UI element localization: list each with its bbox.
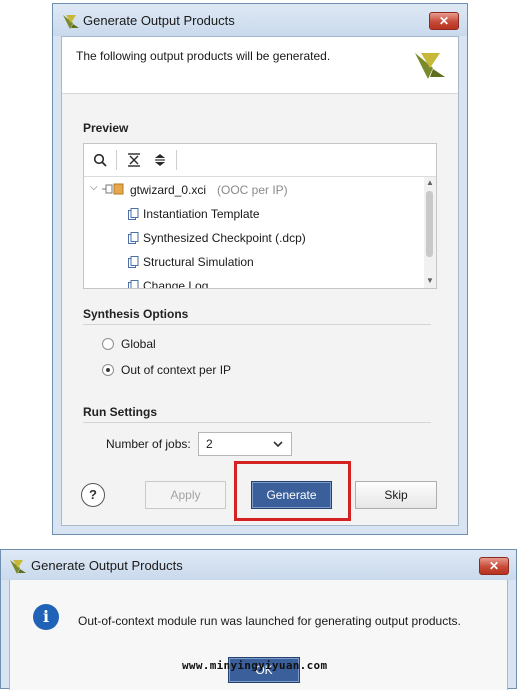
- document-icon: [128, 256, 139, 268]
- info-icon: i: [33, 604, 59, 630]
- document-icon: [128, 280, 139, 288]
- vivado-logo-icon: [415, 53, 445, 79]
- vivado-logo-icon: [10, 560, 26, 574]
- search-icon[interactable]: [90, 150, 110, 170]
- scroll-down-icon[interactable]: ▼: [424, 275, 436, 287]
- tree-item[interactable]: Instantiation Template: [128, 205, 418, 223]
- tree-item-label: Change Log: [143, 279, 209, 288]
- close-button[interactable]: ✕: [479, 557, 509, 575]
- preview-panel: ⌵ gtwizard_0.xci (OOC per IP) Instantiat…: [83, 143, 437, 289]
- skip-button[interactable]: Skip: [355, 481, 437, 509]
- scrollbar-thumb[interactable]: [426, 191, 433, 257]
- tree-item-label: Instantiation Template: [143, 207, 260, 221]
- title-bar[interactable]: Generate Output Products ✕: [53, 4, 467, 36]
- generate-button[interactable]: Generate: [251, 481, 332, 509]
- jobs-value: 2: [206, 437, 213, 451]
- vertical-scrollbar[interactable]: ▲ ▼: [424, 177, 436, 288]
- document-icon: [128, 208, 139, 220]
- jobs-select[interactable]: 2: [198, 432, 292, 456]
- ip-core-icon: [102, 183, 124, 195]
- dialog-content: The following output products will be ge…: [61, 36, 459, 526]
- tree-root-item[interactable]: ⌵ gtwizard_0.xci (OOC per IP): [90, 181, 420, 199]
- toolbar-separator: [176, 150, 177, 170]
- radio-label: Out of context per IP: [121, 363, 232, 377]
- chevron-down-icon[interactable]: [273, 441, 283, 448]
- tree-item-label: Synthesized Checkpoint (.dcp): [143, 231, 306, 245]
- run-settings-title: Run Settings: [83, 405, 157, 419]
- radio-button[interactable]: [102, 364, 114, 376]
- help-button[interactable]: ?: [81, 483, 105, 507]
- header-text: The following output products will be ge…: [76, 49, 331, 63]
- radio-label: Global: [121, 337, 156, 351]
- window-title: Generate Output Products: [31, 558, 183, 573]
- collapse-all-icon[interactable]: [124, 150, 144, 170]
- radio-global[interactable]: Global: [102, 336, 242, 352]
- tree-root-suffix: (OOC per IP): [217, 183, 288, 197]
- tree-item-label: Structural Simulation: [143, 255, 254, 269]
- tree-item[interactable]: Synthesized Checkpoint (.dcp): [128, 229, 418, 247]
- preview-section-title: Preview: [83, 121, 129, 135]
- radio-selected-dot: [106, 368, 110, 372]
- tree-root-label: gtwizard_0.xci: [130, 183, 207, 197]
- watermark-text: www.minyingyiyuan.com: [182, 659, 328, 672]
- expand-all-icon[interactable]: [150, 150, 170, 170]
- apply-button[interactable]: Apply: [145, 481, 226, 509]
- document-icon: [128, 232, 139, 244]
- window-title: Generate Output Products: [83, 13, 235, 28]
- vivado-logo-icon: [63, 15, 79, 29]
- chevron-down-icon[interactable]: ⌵: [90, 182, 98, 193]
- header-area: The following output products will be ge…: [62, 37, 458, 94]
- radio-button[interactable]: [102, 338, 114, 350]
- tree-item[interactable]: Change Log: [128, 277, 418, 288]
- section-divider: [83, 422, 431, 423]
- section-divider: [83, 324, 431, 325]
- title-bar[interactable]: Generate Output Products ✕: [1, 550, 516, 580]
- close-button[interactable]: ✕: [429, 12, 459, 30]
- tree-item[interactable]: Structural Simulation: [128, 253, 418, 271]
- scroll-up-icon[interactable]: ▲: [424, 177, 436, 189]
- jobs-label: Number of jobs:: [106, 437, 191, 451]
- toolbar-separator: [116, 150, 117, 170]
- dialog-content: i Out-of-context module run was launched…: [9, 580, 508, 690]
- preview-tree: ⌵ gtwizard_0.xci (OOC per IP) Instantiat…: [84, 177, 424, 288]
- generate-output-products-dialog: Generate Output Products ✕ The following…: [52, 3, 468, 535]
- message-text: Out-of-context module run was launched f…: [78, 614, 461, 628]
- radio-out-of-context[interactable]: Out of context per IP: [102, 362, 282, 378]
- synthesis-options-title: Synthesis Options: [83, 307, 189, 321]
- launch-info-dialog: Generate Output Products ✕ i Out-of-cont…: [0, 549, 517, 690]
